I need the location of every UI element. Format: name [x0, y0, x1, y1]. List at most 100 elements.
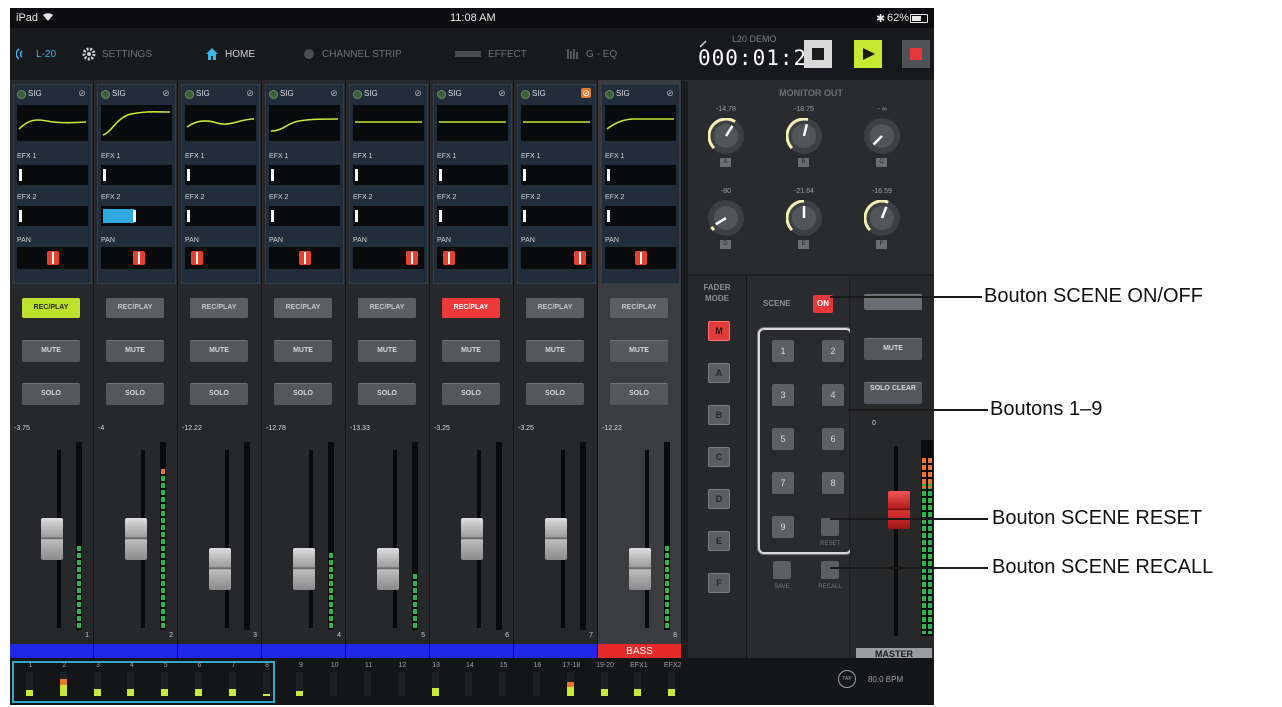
scene-save-button[interactable] [773, 561, 791, 579]
pan-knob[interactable] [573, 251, 586, 265]
scene-reset-button[interactable] [821, 518, 839, 536]
efx1-send[interactable] [101, 165, 172, 185]
efx1-send[interactable] [437, 165, 508, 185]
solo-button[interactable]: SOLO [526, 383, 584, 405]
fader-cap[interactable] [293, 547, 315, 590]
fader-mode-c-button[interactable]: C [708, 447, 730, 467]
overview-channel-15[interactable]: 15 [487, 658, 520, 705]
monitor-knob-e[interactable]: -21.64 E [776, 188, 832, 258]
knob-dial[interactable] [785, 117, 822, 154]
fader-mode-e-button[interactable]: E [708, 531, 730, 551]
nav-effect[interactable]: EFFECT [454, 44, 527, 64]
knob-dial[interactable] [707, 117, 744, 154]
overview-channel-1[interactable]: 1 [14, 658, 47, 705]
efx1-send[interactable] [353, 165, 424, 185]
rec-play-button[interactable]: REC/PLAY [526, 298, 584, 318]
fader-cap[interactable] [209, 547, 231, 590]
master-mute-button[interactable]: MUTE [864, 338, 922, 360]
pan-knob[interactable] [191, 251, 204, 265]
efx1-send[interactable] [605, 165, 676, 185]
solo-button[interactable]: SOLO [358, 383, 416, 405]
nav-device[interactable]: L-20 [15, 44, 56, 64]
overview-channel-10[interactable]: 10 [318, 658, 351, 705]
overview-channel-19-20[interactable]: 19-20 [589, 658, 622, 705]
nav-home[interactable]: HOME [205, 44, 255, 64]
efx2-send[interactable] [605, 206, 676, 226]
efx2-send[interactable] [269, 206, 340, 226]
monitor-knob-c[interactable]: - ∞ C [854, 106, 910, 176]
rec-play-button[interactable]: REC/PLAY [22, 298, 80, 318]
scene-button-3[interactable]: 3 [772, 384, 794, 406]
pan-knob[interactable] [405, 251, 418, 265]
stop-button[interactable] [804, 40, 832, 68]
master-solo-clear-button[interactable]: SOLO CLEAR [864, 382, 922, 404]
mute-button[interactable]: MUTE [442, 340, 500, 362]
eq-curve-display[interactable] [353, 105, 424, 141]
efx1-send[interactable] [521, 165, 592, 185]
scene-button-4[interactable]: 4 [822, 384, 844, 406]
scene-button-8[interactable]: 8 [822, 472, 844, 494]
rec-play-button[interactable]: REC/PLAY [442, 298, 500, 318]
phase-icon[interactable]: ⊘ [245, 88, 255, 98]
phase-icon[interactable]: ⊘ [161, 88, 171, 98]
mute-button[interactable]: MUTE [274, 340, 332, 362]
fader-cap[interactable] [461, 517, 483, 560]
pan-knob[interactable] [443, 251, 456, 265]
fader-mode-m-button[interactable]: M [708, 321, 730, 341]
overview-channel-8[interactable]: 8 [251, 658, 284, 705]
eq-curve-display[interactable] [269, 105, 340, 141]
scene-button-9[interactable]: 9 [772, 516, 794, 538]
tap-tempo-button[interactable]: TAP [838, 670, 856, 688]
phase-icon[interactable]: ⊘ [665, 88, 675, 98]
overview-channel-12[interactable]: 12 [386, 658, 419, 705]
fader-mode-f-button[interactable]: F [708, 573, 730, 593]
scene-button-2[interactable]: 2 [822, 340, 844, 362]
scene-button-7[interactable]: 7 [772, 472, 794, 494]
pan-knob[interactable] [46, 251, 59, 265]
efx1-send[interactable] [17, 165, 88, 185]
monitor-knob-d[interactable]: -80 D [698, 188, 754, 258]
rec-play-button[interactable]: REC/PLAY [190, 298, 248, 318]
phase-icon[interactable]: ⊘ [329, 88, 339, 98]
eq-curve-display[interactable] [437, 105, 508, 141]
fader-cap[interactable] [545, 517, 567, 560]
pan-control[interactable] [17, 247, 88, 269]
fader-cap[interactable] [41, 517, 63, 560]
play-button[interactable] [854, 40, 882, 68]
overview-channel-3[interactable]: 3 [82, 658, 115, 705]
efx2-send[interactable] [185, 206, 256, 226]
pan-control[interactable] [353, 247, 424, 269]
fader-cap[interactable] [377, 547, 399, 590]
pan-knob[interactable] [634, 251, 647, 265]
scene-button-6[interactable]: 6 [822, 428, 844, 450]
fader-mode-d-button[interactable]: D [708, 489, 730, 509]
monitor-knob-a[interactable]: -14.78 A [698, 106, 754, 176]
eq-curve-display[interactable] [521, 105, 592, 141]
overview-channel-4[interactable]: 4 [115, 658, 148, 705]
pan-control[interactable] [521, 247, 592, 269]
rec-play-button[interactable]: REC/PLAY [358, 298, 416, 318]
fader-cap[interactable] [125, 517, 147, 560]
monitor-knob-f[interactable]: -16.59 F [854, 188, 910, 258]
fader-mode-b-button[interactable]: B [708, 405, 730, 425]
efx2-send[interactable] [521, 206, 592, 226]
solo-button[interactable]: SOLO [274, 383, 332, 405]
overview-channel-13[interactable]: 13 [420, 658, 453, 705]
eq-curve-display[interactable] [17, 105, 88, 141]
mute-button[interactable]: MUTE [358, 340, 416, 362]
phase-icon[interactable]: ⊘ [77, 88, 87, 98]
nav-channel-strip[interactable]: CHANNEL STRIP [302, 44, 402, 64]
overview-channel-9[interactable]: 9 [284, 658, 317, 705]
master-fader-cap[interactable] [888, 491, 910, 529]
efx1-send[interactable] [185, 165, 256, 185]
mute-button[interactable]: MUTE [190, 340, 248, 362]
knob-dial[interactable] [708, 200, 744, 236]
efx2-send[interactable] [101, 206, 172, 226]
overview-channel-2[interactable]: 2 [48, 658, 81, 705]
overview-channel-14[interactable]: 14 [453, 658, 486, 705]
rec-play-button[interactable]: REC/PLAY [274, 298, 332, 318]
nav-settings[interactable]: SETTINGS [82, 44, 152, 64]
overview-channel-efx2[interactable]: EFX2 [656, 658, 689, 705]
overview-channel-6[interactable]: 6 [183, 658, 216, 705]
nav-geq[interactable]: G - EQ [566, 44, 617, 64]
